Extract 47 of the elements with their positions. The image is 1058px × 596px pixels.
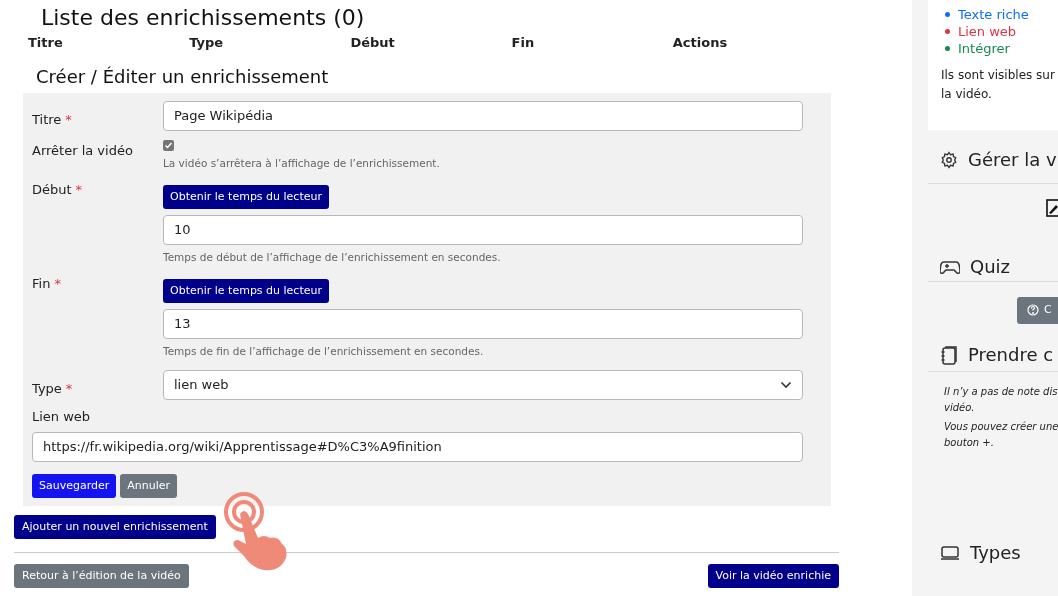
legend-label: Lien web [958,23,1017,40]
gamepad-icon [940,258,960,275]
notes-message: Vous pouvez créer une bouton +. [944,420,1058,450]
field-label: Titre * [32,112,72,127]
title-field[interactable]: Page Wikipédia [163,101,803,131]
column-header: Fin [511,34,536,52]
section-title: Types [970,541,1021,565]
list-title: Liste des enrichissements (0) [40,4,366,32]
column-header: Type [189,34,225,52]
column-header: Actions [672,34,729,52]
time-field[interactable]: 10 [163,215,803,245]
get-player-time-button[interactable]: Obtenir le temps du lecteur [163,185,329,209]
chevron-down-icon [780,381,792,389]
field-label: Type * [32,381,73,396]
form-title: Créer / Éditer un enrichissement [35,65,330,89]
monitor-icon [940,544,960,561]
time-field[interactable]: 13 [163,309,803,339]
legend-label: Intégrer [958,40,1010,57]
url-field[interactable]: https://fr.wikipedia.org/wiki/Apprentissage#D%C3%A9finition [32,432,803,462]
section-title: Quiz [970,255,1011,279]
type-select[interactable]: lien web [163,370,803,400]
edit-icon [1046,199,1058,217]
get-player-time-button[interactable]: Obtenir le temps du lecteur [163,279,329,303]
help-text: Temps de début de l’affichage de l’enrichissement en secondes. [163,250,502,264]
settings-icon [940,150,958,169]
notebook-icon [940,344,958,365]
legend-note: Ils sont visibles sur la vidéo. [941,67,1056,103]
view-video-button[interactable]: Voir la vidéo enrichie [707,564,839,588]
help-text: La vidéo s’arrêtera à l’affichage de l’enrichissement. [163,156,441,170]
field-label: Fin * [32,276,61,291]
notes-message: Il n’y a pas de note dis vidéo. [944,385,1058,415]
field-label: Lien web [32,408,91,426]
quiz-button[interactable]: C [1017,296,1058,324]
help-icon [1027,304,1039,316]
legend-label: Texte riche [958,6,1029,23]
add-enrichment-button[interactable]: Ajouter un nouvel enrichissement [14,515,216,539]
section-title: Prendre c [968,343,1054,367]
column-header: Début [350,34,396,52]
section-title: Gérer la v [968,148,1057,172]
help-text: Temps de fin de l’affichage de l’enrichissement en secondes. [163,344,485,358]
save-button[interactable]: Sauvegarder [32,474,117,498]
back-button[interactable]: Retour à l’édition de la vidéo [14,564,189,588]
stop-video-checkbox[interactable] [163,140,174,151]
cancel-button[interactable]: Annuler [120,474,178,498]
column-header: Titre [28,34,64,52]
field-label: Arrêter la vidéo [32,143,133,158]
field-label: Début * [32,182,83,197]
